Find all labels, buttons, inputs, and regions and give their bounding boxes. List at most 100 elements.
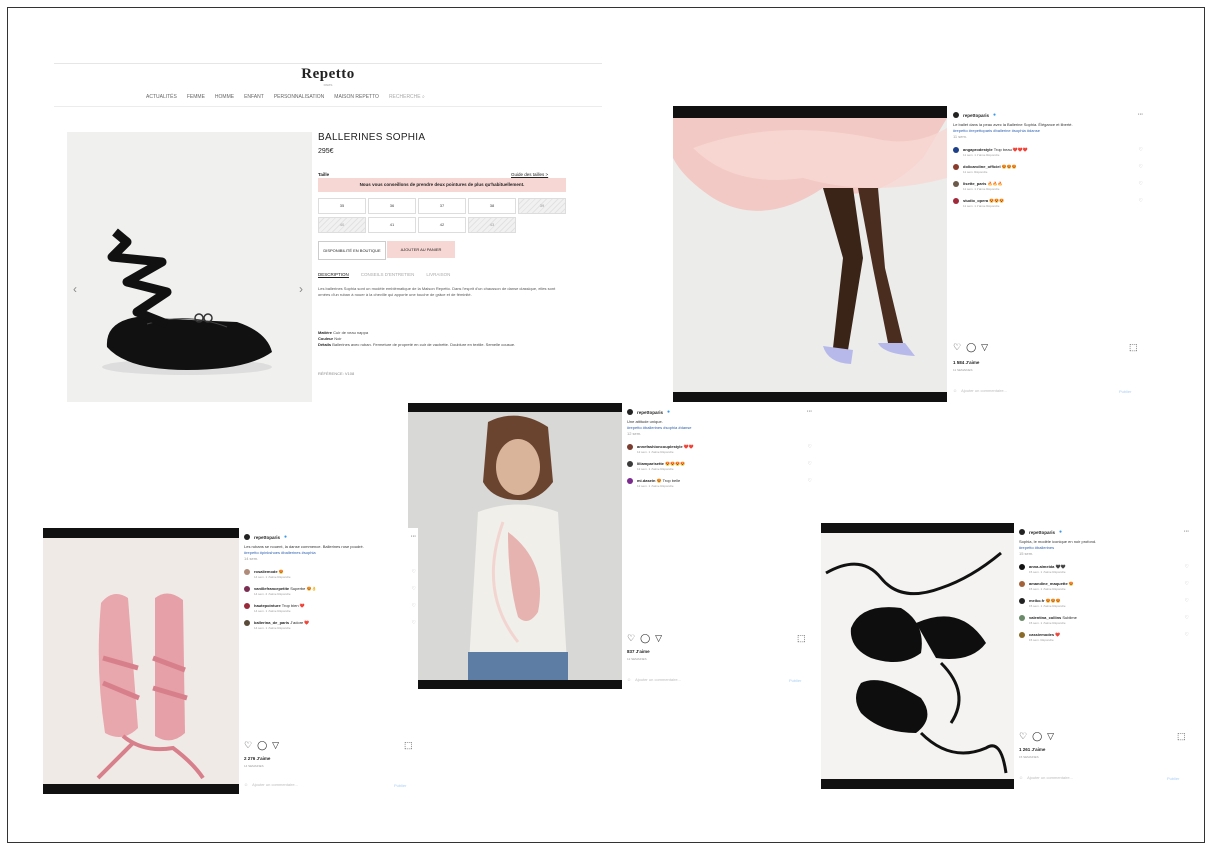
comment-like-icon[interactable]: ♡ (808, 461, 812, 467)
caption-tags[interactable]: #repetto #pinkshoes #ballerines #sophia (244, 550, 316, 555)
add-comment-input[interactable]: Ajouter un commentaire... (252, 782, 298, 787)
size-option-unavailable[interactable]: 43 (468, 217, 516, 233)
comment-like-icon[interactable]: ♡ (1139, 181, 1143, 187)
comment-user[interactable]: dolicaroline_officiel (963, 164, 1001, 169)
avatar[interactable] (627, 444, 633, 450)
share-icon[interactable]: ▽ (272, 740, 279, 751)
search-link[interactable]: RECHERCHE ⌕ (389, 94, 425, 100)
size-guide-link[interactable]: Guide des tailles > (511, 172, 548, 177)
size-option[interactable]: 42 (418, 217, 466, 233)
post-image[interactable] (821, 533, 1014, 779)
bookmark-icon[interactable]: ⬚ (404, 740, 413, 751)
publish-button[interactable]: Publier (394, 783, 406, 788)
account-name[interactable]: repettoparis (254, 535, 280, 540)
comment-like-icon[interactable]: ♡ (412, 569, 416, 575)
caption-tags[interactable]: #repetto #repettoparis #ballerine #sophi… (953, 128, 1040, 133)
comment-user[interactable]: mi.dasein (637, 478, 655, 483)
avatar[interactable] (1019, 529, 1025, 535)
avatar[interactable] (1019, 598, 1025, 604)
share-icon[interactable]: ▽ (655, 633, 662, 644)
share-icon[interactable]: ▽ (1047, 731, 1054, 742)
avatar[interactable] (244, 620, 250, 626)
nav-item-actualites[interactable]: ACTUALITÉS (146, 94, 177, 100)
like-count[interactable]: 837 J'aime (627, 649, 650, 654)
comment-like-icon[interactable]: ♡ (412, 586, 416, 592)
store-availability-button[interactable]: DISPONIBILITÉ EN BOUTIQUE (318, 241, 386, 260)
nav-item-homme[interactable]: HOMME (215, 94, 234, 100)
comment-like-icon[interactable]: ♡ (1139, 147, 1143, 153)
size-option[interactable]: 38 (468, 198, 516, 214)
nav-item-femme[interactable]: FEMME (187, 94, 205, 100)
avatar[interactable] (244, 603, 250, 609)
avatar[interactable] (627, 478, 633, 484)
comment-like-icon[interactable]: ♡ (1139, 198, 1143, 204)
size-option[interactable]: 36 (368, 198, 416, 214)
emoji-icon[interactable]: ☺ (953, 388, 957, 393)
more-icon[interactable]: ··· (1184, 529, 1189, 535)
comment-like-icon[interactable]: ♡ (1139, 164, 1143, 170)
comment-like-icon[interactable]: ♡ (1185, 598, 1189, 604)
comment-user[interactable]: annefashioncouplestyle (637, 444, 683, 449)
add-comment-input[interactable]: Ajouter un commentaire... (635, 677, 681, 682)
nav-item-personnalisation[interactable]: PERSONNALISATION (274, 94, 324, 100)
emoji-icon[interactable]: ☺ (244, 782, 248, 787)
size-option-unavailable[interactable]: 39 (518, 198, 566, 214)
account-name[interactable]: repettoparis (963, 113, 989, 118)
avatar[interactable] (244, 569, 250, 575)
publish-button[interactable]: Publier (789, 678, 801, 683)
comment-user[interactable]: lisette_paris (963, 181, 986, 186)
size-option[interactable]: 35 (318, 198, 366, 214)
tab-description[interactable]: DESCRIPTION (318, 272, 349, 278)
comment-icon[interactable]: ◯ (966, 342, 976, 353)
comment-like-icon[interactable]: ♡ (1185, 564, 1189, 570)
avatar[interactable] (953, 198, 959, 204)
more-icon[interactable]: ··· (1138, 112, 1143, 118)
nav-item-enfant[interactable]: ENFANT (244, 94, 264, 100)
comment-user[interactable]: amandine_maquette (1029, 581, 1068, 586)
comment-like-icon[interactable]: ♡ (808, 444, 812, 450)
comment-user[interactable]: rosaliemode (254, 569, 278, 574)
size-option[interactable]: 41 (368, 217, 416, 233)
caption-tags[interactable]: #repetto #ballerines #sophia #danse (627, 425, 692, 430)
comment-icon[interactable]: ◯ (640, 633, 650, 644)
avatar[interactable] (1019, 564, 1025, 570)
avatar[interactable] (627, 409, 633, 415)
carousel-prev-icon[interactable]: ‹ (73, 282, 77, 296)
heart-icon[interactable]: ♡ (1019, 731, 1027, 742)
avatar[interactable] (953, 181, 959, 187)
avatar[interactable] (1019, 632, 1025, 638)
comment-user[interactable]: angaprodestyle (963, 147, 993, 152)
more-icon[interactable]: ··· (807, 409, 812, 415)
avatar[interactable] (1019, 581, 1025, 587)
more-icon[interactable]: ··· (411, 534, 416, 540)
comment-user[interactable]: valentina_collins (1029, 615, 1061, 620)
carousel-next-icon[interactable]: › (299, 282, 303, 296)
comment-user[interactable]: ballerina_de_paris (254, 620, 289, 625)
tab-delivery[interactable]: LIVRAISON (426, 272, 450, 278)
brand-logo[interactable]: Repetto (54, 66, 602, 83)
like-count[interactable]: 1 584 J'aime (953, 360, 979, 365)
publish-button[interactable]: Publier (1167, 776, 1179, 781)
size-option[interactable]: 37 (418, 198, 466, 214)
avatar[interactable] (627, 461, 633, 467)
comment-like-icon[interactable]: ♡ (808, 478, 812, 484)
comment-icon[interactable]: ◯ (1032, 731, 1042, 742)
comment-user[interactable]: studio_opera (963, 198, 988, 203)
post-image[interactable] (673, 118, 947, 392)
post-image[interactable] (408, 412, 622, 680)
bookmark-icon[interactable]: ⬚ (1129, 342, 1138, 353)
tab-care[interactable]: CONSEILS D'ENTRETIEN (361, 272, 415, 278)
comment-user[interactable]: liliamparisette (637, 461, 664, 466)
caption-tags[interactable]: #repetto #ballerines (1019, 545, 1054, 550)
product-image[interactable]: ‹ › (67, 132, 312, 402)
post-image[interactable] (43, 538, 239, 784)
avatar[interactable] (244, 534, 250, 540)
emoji-icon[interactable]: ☺ (1019, 775, 1023, 780)
comment-like-icon[interactable]: ♡ (1185, 615, 1189, 621)
heart-icon[interactable]: ♡ (953, 342, 961, 353)
comment-icon[interactable]: ◯ (257, 740, 267, 751)
avatar[interactable] (244, 586, 250, 592)
emoji-icon[interactable]: ☺ (627, 677, 631, 682)
like-count[interactable]: 2 276 J'aime (244, 756, 270, 761)
like-count[interactable]: 1 261 J'aime (1019, 747, 1045, 752)
